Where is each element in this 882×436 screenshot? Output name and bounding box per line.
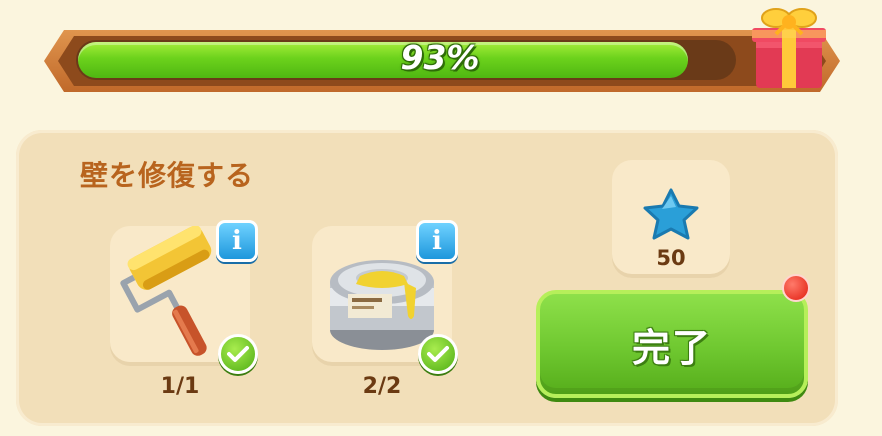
info-button-paint-can[interactable]: i bbox=[416, 220, 458, 262]
task-title: 壁を修復する bbox=[80, 159, 255, 192]
item-count-paint-can: 2/2 bbox=[362, 374, 402, 399]
reward-amount: 50 bbox=[656, 246, 686, 270]
info-button-paint-roller[interactable]: i bbox=[216, 220, 258, 262]
complete-button[interactable]: 完了 bbox=[536, 290, 808, 398]
complete-button-label: 完了 bbox=[631, 325, 712, 370]
check-icon bbox=[418, 334, 458, 374]
notification-dot bbox=[782, 274, 810, 302]
gift-box-icon[interactable] bbox=[748, 0, 830, 92]
check-icon bbox=[218, 334, 258, 374]
task-screen: 93% 壁を修復する i 1/1 i 2/2 50 完了 bbox=[0, 0, 882, 436]
item-count-paint-roller: 1/1 bbox=[160, 374, 200, 399]
progress-percent: 93% bbox=[400, 38, 480, 77]
